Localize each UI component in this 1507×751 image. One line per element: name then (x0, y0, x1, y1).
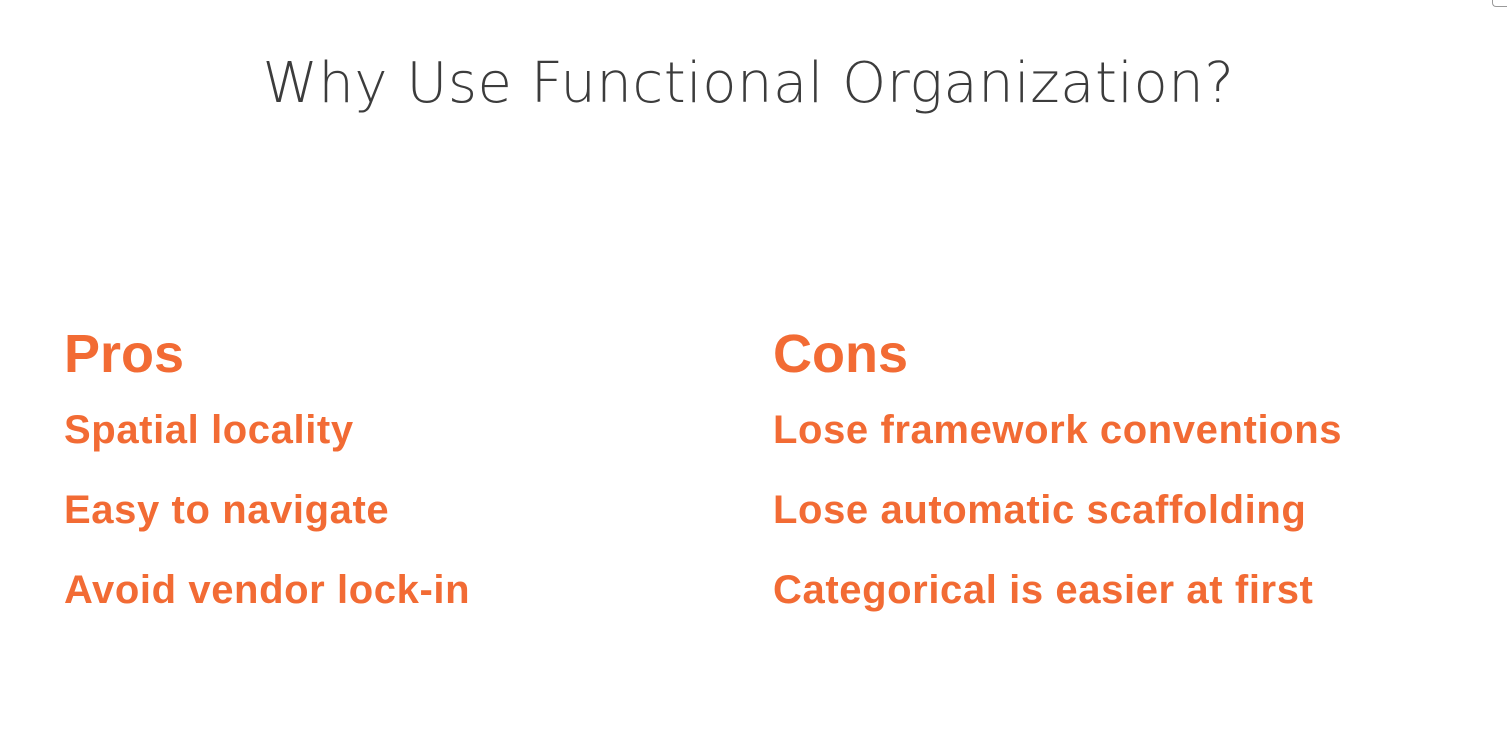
pros-heading: Pros (64, 324, 185, 384)
pros-item-spatial-locality: Spatial locality (64, 408, 354, 452)
pros-list: Spatial locality Easy to navigate Avoid … (64, 390, 470, 630)
pros-column: Pros Spatial locality Easy to navigate A… (64, 322, 470, 630)
cons-column: Cons Lose framework conventions Lose aut… (773, 322, 1342, 630)
cons-list: Lose framework conventions Lose automati… (773, 390, 1342, 630)
slide: Why Use Functional Organization? Pros Sp… (0, 0, 1507, 751)
corner-decoration (1492, 0, 1507, 7)
cons-item-lose-automatic-scaffolding: Lose automatic scaffolding (773, 488, 1307, 532)
slide-title: Why Use Functional Organization? (262, 51, 1235, 116)
pros-item-easy-to-navigate: Easy to navigate (64, 488, 390, 532)
cons-item-categorical-easier: Categorical is easier at first (773, 568, 1314, 612)
pros-item-avoid-vendor-lock-in: Avoid vendor lock-in (64, 568, 471, 612)
cons-item-lose-framework-conventions: Lose framework conventions (773, 408, 1343, 452)
cons-heading: Cons (773, 324, 908, 384)
